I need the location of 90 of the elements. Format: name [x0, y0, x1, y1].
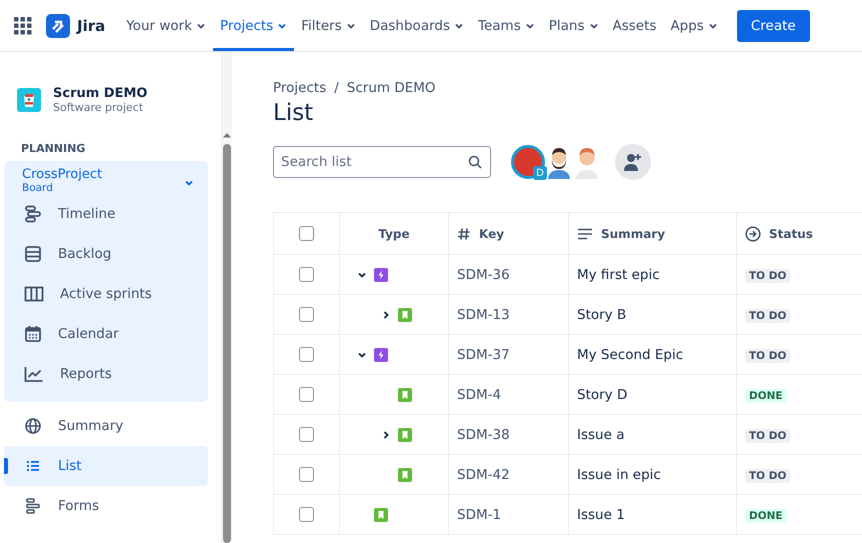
row-checkbox[interactable] — [299, 387, 314, 402]
issue-summary[interactable]: Story D — [568, 374, 736, 414]
lightning-icon — [374, 348, 388, 362]
avatar[interactable] — [545, 145, 573, 179]
lightning-icon — [374, 268, 388, 282]
person-plus-icon — [623, 152, 643, 172]
sidebar-item[interactable]: List — [4, 446, 208, 486]
status-lozenge[interactable]: DONE — [745, 508, 787, 522]
arrow-circle-icon — [745, 226, 761, 242]
add-people-button[interactable] — [615, 144, 651, 180]
logo-icon[interactable] — [46, 14, 70, 38]
caret-icon — [184, 178, 194, 188]
status-lozenge[interactable]: TO DO — [745, 468, 790, 482]
issue-key[interactable]: SDM-42 — [448, 454, 568, 494]
issue-summary[interactable]: My first epic — [568, 254, 736, 294]
row-checkbox[interactable] — [299, 267, 314, 282]
scroll-up-icon[interactable] — [223, 132, 231, 138]
app-grid-icon[interactable] — [14, 16, 32, 34]
lines-icon — [577, 226, 593, 240]
nav-item[interactable]: Assets — [606, 0, 664, 51]
chart-icon — [24, 365, 44, 383]
issue-summary[interactable]: My Second Epic — [568, 334, 736, 374]
issue-summary[interactable]: Issue a — [568, 414, 736, 454]
timeline-icon — [24, 205, 42, 223]
issue-key[interactable]: SDM-1 — [448, 494, 568, 534]
sidebar-item[interactable]: Forms — [4, 486, 208, 526]
nav-item[interactable]: Apps — [663, 0, 725, 51]
avatar-badge: D — [533, 166, 547, 180]
select-all-checkbox[interactable] — [299, 226, 314, 241]
row-checkbox[interactable] — [299, 427, 314, 442]
bookmark-icon — [398, 428, 412, 442]
board-header[interactable]: CrossProject Board — [4, 167, 208, 194]
form-icon — [24, 497, 42, 515]
stack-icon — [24, 245, 42, 263]
breadcrumb-link[interactable]: Projects — [273, 80, 326, 96]
status-lozenge[interactable]: TO DO — [745, 428, 790, 442]
create-button[interactable]: Create — [736, 10, 810, 42]
page-title: List — [273, 100, 314, 126]
nav-item[interactable]: Teams — [471, 0, 542, 51]
status-lozenge[interactable]: TO DO — [745, 348, 790, 362]
columns-icon — [24, 285, 44, 303]
hash-icon — [457, 226, 471, 240]
issue-key[interactable]: SDM-4 — [448, 374, 568, 414]
project-name: Scrum DEMO — [53, 86, 148, 101]
sidebar-item[interactable]: Timeline — [4, 194, 208, 234]
sidebar-item[interactable]: Calendar — [4, 314, 208, 354]
globe-icon — [24, 417, 42, 435]
project-type: Software project — [53, 101, 144, 114]
nav-item[interactable]: Your work — [119, 0, 214, 51]
sidebar-item[interactable]: Active sprints — [4, 274, 208, 314]
row-checkbox[interactable] — [299, 307, 314, 322]
bookmark-icon — [398, 388, 412, 402]
issue-key[interactable]: SDM-37 — [448, 334, 568, 374]
nav-item[interactable]: Plans — [542, 0, 606, 51]
bookmark-icon — [374, 508, 388, 522]
row-checkbox[interactable] — [299, 507, 314, 522]
search-icon — [468, 155, 482, 169]
issue-summary[interactable]: Issue in epic — [568, 454, 736, 494]
issue-key[interactable]: SDM-38 — [448, 414, 568, 454]
search-field[interactable]: Search list — [273, 146, 491, 178]
column-header[interactable]: Status — [736, 212, 862, 254]
sidebar-item[interactable]: Summary — [4, 406, 208, 446]
nav-item[interactable]: Projects — [213, 0, 294, 51]
status-lozenge[interactable]: TO DO — [745, 308, 790, 322]
column-header[interactable]: Key — [448, 212, 568, 254]
issue-key[interactable]: SDM-13 — [448, 294, 568, 334]
issue-key[interactable]: SDM-36 — [448, 254, 568, 294]
breadcrumb-separator: / — [334, 80, 339, 96]
issue-summary[interactable]: Story B — [568, 294, 736, 334]
calendar-icon — [24, 325, 42, 343]
scrollbar[interactable] — [221, 52, 232, 543]
chevron-right-icon[interactable] — [381, 430, 391, 440]
nav-item[interactable]: Filters — [294, 0, 363, 51]
chevron-right-icon[interactable] — [381, 310, 391, 320]
nav-item[interactable]: Dashboards — [362, 0, 472, 51]
bookmark-icon — [398, 468, 412, 482]
column-header[interactable]: Type — [340, 212, 448, 254]
logo-text[interactable]: Jira — [77, 16, 106, 34]
row-checkbox[interactable] — [299, 467, 314, 482]
sidebar-item[interactable]: Backlog — [4, 234, 208, 274]
column-header[interactable]: Summary — [568, 212, 736, 254]
row-checkbox[interactable] — [299, 347, 314, 362]
bookmark-icon — [398, 308, 412, 322]
sidebar-item[interactable]: Reports — [4, 354, 208, 394]
issue-summary[interactable]: Issue 1 — [568, 494, 736, 534]
project-avatar-icon — [17, 88, 41, 112]
breadcrumb-link[interactable]: Scrum DEMO — [346, 80, 436, 96]
section-heading: PLANNING — [20, 141, 86, 157]
status-lozenge[interactable]: TO DO — [745, 268, 790, 282]
status-lozenge[interactable]: DONE — [745, 388, 787, 402]
